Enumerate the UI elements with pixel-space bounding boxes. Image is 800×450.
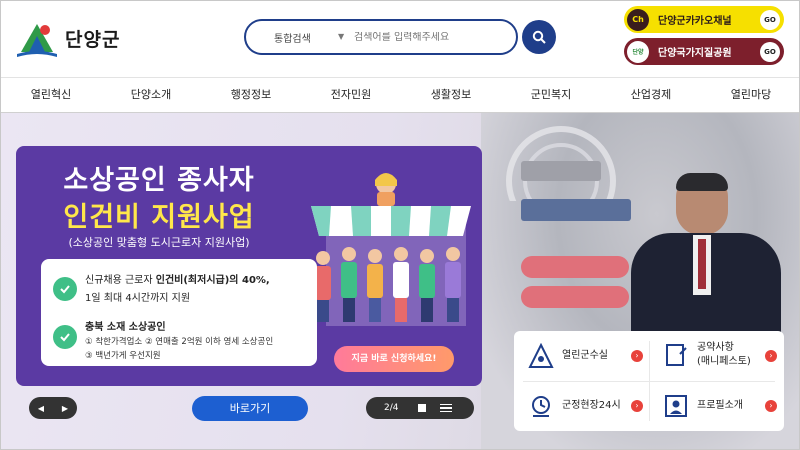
shop-illustration <box>311 173 471 326</box>
logo-text: 단양군 <box>65 28 121 51</box>
kakao-channel-icon: Ch <box>627 8 649 31</box>
search-category-select[interactable]: 통합검색 ▼ <box>246 30 344 45</box>
panel-item-label: 공약사항 (매니페스토) <box>697 342 751 367</box>
banner-item2-sub2: ③ 백년가게 우선지원 <box>85 351 161 361</box>
blurred-badge <box>521 286 629 308</box>
promo-banner[interactable]: 소상공인 종사자 인건비 지원사업 (소상공인 맞춤형 도시근로자 지원사업) <box>16 146 482 386</box>
field-24h-icon <box>532 396 550 417</box>
panel-item-open-mayor-office[interactable]: 열린군수실 <box>528 343 608 369</box>
go-icon: GO <box>760 9 780 30</box>
nav-item-living-info[interactable]: 생활정보 <box>401 78 501 112</box>
blurred-text <box>521 161 601 181</box>
panel-item-label: 군정현장24시 <box>562 400 621 411</box>
main-nav: 열린혁신 단양소개 행정정보 전자민원 생활정보 군민복지 산업경제 열린마당 <box>1 77 799 113</box>
stop-icon[interactable] <box>418 404 427 412</box>
banner-item2-sub1: ① 착한가격업소 ② 연매출 2억원 이하 영세 소상공인 <box>85 337 274 347</box>
go-shortcut-button[interactable]: 바로가기 <box>192 396 308 421</box>
nav-item-about-danyang[interactable]: 단양소개 <box>101 78 201 112</box>
blurred-badge <box>521 256 629 278</box>
banner-item1-text-b: 인건비(최저시급)의 40%, <box>155 275 270 286</box>
banner-title-line2: 인건비 지원사업 <box>63 202 255 233</box>
apply-now-button[interactable]: 지금 바로 신청하세요! <box>334 346 454 372</box>
blurred-text <box>521 199 631 221</box>
panel-item-profile[interactable]: 프로필소개 <box>663 393 743 419</box>
nav-item-e-civil[interactable]: 전자민원 <box>301 78 401 112</box>
portrait-image <box>631 173 781 333</box>
slide-pager: 2/4 <box>366 397 474 419</box>
panel-item-label: 열린군수실 <box>562 350 608 361</box>
nav-item-industry[interactable]: 산업경제 <box>601 78 701 112</box>
search-category-label: 통합검색 <box>274 33 311 45</box>
slide-page-indicator: 2/4 <box>384 403 399 413</box>
banner-info-card: 신규채용 근로자 인건비(최저시급)의 40%, 1일 최대 4시간까지 지원 … <box>41 259 317 366</box>
panel-item-field-24h[interactable]: 군정현장24시 <box>528 393 621 419</box>
panel-divider <box>523 381 775 382</box>
nav-item-open-forum[interactable]: 열린마당 <box>701 78 799 112</box>
prev-arrow-icon[interactable]: ◀ <box>38 404 44 413</box>
pledge-document-icon <box>666 344 687 366</box>
panel-item-pledges[interactable]: 공약사항 (매니페스토) <box>663 341 751 369</box>
nav-item-welfare[interactable]: 군민복지 <box>501 78 601 112</box>
kakao-channel-label: 단양군카카오채널 <box>658 16 732 27</box>
banner-item1-line1: 신규채용 근로자 인건비(최저시급)의 40%, <box>85 271 270 286</box>
search-box: 통합검색 ▼ <box>244 19 518 55</box>
search-icon <box>532 30 546 44</box>
chevron-down-icon: ▼ <box>338 31 345 41</box>
site-logo[interactable]: 단양군 <box>15 18 120 58</box>
next-arrow-icon[interactable]: ▶ <box>62 404 68 413</box>
header: 단양군 통합검색 ▼ Ch 단양군카카오채널 GO 단양 단양국가지질공원 GO <box>1 1 799 77</box>
arrow-right-icon: › <box>631 400 643 412</box>
check-icon <box>53 277 77 301</box>
arrow-right-icon: › <box>765 350 777 362</box>
search-input[interactable] <box>354 31 514 43</box>
nav-item-open-innovation[interactable]: 열린혁신 <box>1 78 101 112</box>
menu-icon[interactable] <box>440 402 453 415</box>
geopark-link[interactable]: 단양 단양국가지질공원 GO <box>624 38 784 65</box>
arrow-right-icon: › <box>631 350 643 362</box>
nav-item-admin-info[interactable]: 행정정보 <box>201 78 301 112</box>
banner-item2-title: 충북 소재 소상공인 <box>85 322 166 333</box>
profile-icon <box>665 395 687 417</box>
panel-item-label: 프로필소개 <box>697 400 743 411</box>
danyang-emblem-icon <box>17 24 57 57</box>
banner-subtitle: (소상공인 맞춤형 도시근로자 지원사업) <box>68 236 250 249</box>
check-icon <box>53 325 77 349</box>
banner-item1-text-a: 신규채용 근로자 <box>85 275 156 286</box>
geopark-icon: 단양 <box>627 40 649 63</box>
banner-title-line1: 소상공인 종사자 <box>63 165 255 196</box>
page-frame: 단양군 통합검색 ▼ Ch 단양군카카오채널 GO 단양 단양국가지질공원 GO <box>0 0 800 450</box>
kakao-channel-link[interactable]: Ch 단양군카카오채널 GO <box>624 6 784 33</box>
search-button[interactable] <box>522 20 556 54</box>
banner-item1-line2: 1일 최대 4시간까지 지원 <box>85 293 191 304</box>
slide-prev-next-control: ◀ ▶ <box>29 397 77 419</box>
geopark-label: 단양국가지질공원 <box>658 48 732 59</box>
open-office-icon <box>528 343 554 368</box>
go-icon: GO <box>760 41 780 62</box>
arrow-right-icon: › <box>765 400 777 412</box>
